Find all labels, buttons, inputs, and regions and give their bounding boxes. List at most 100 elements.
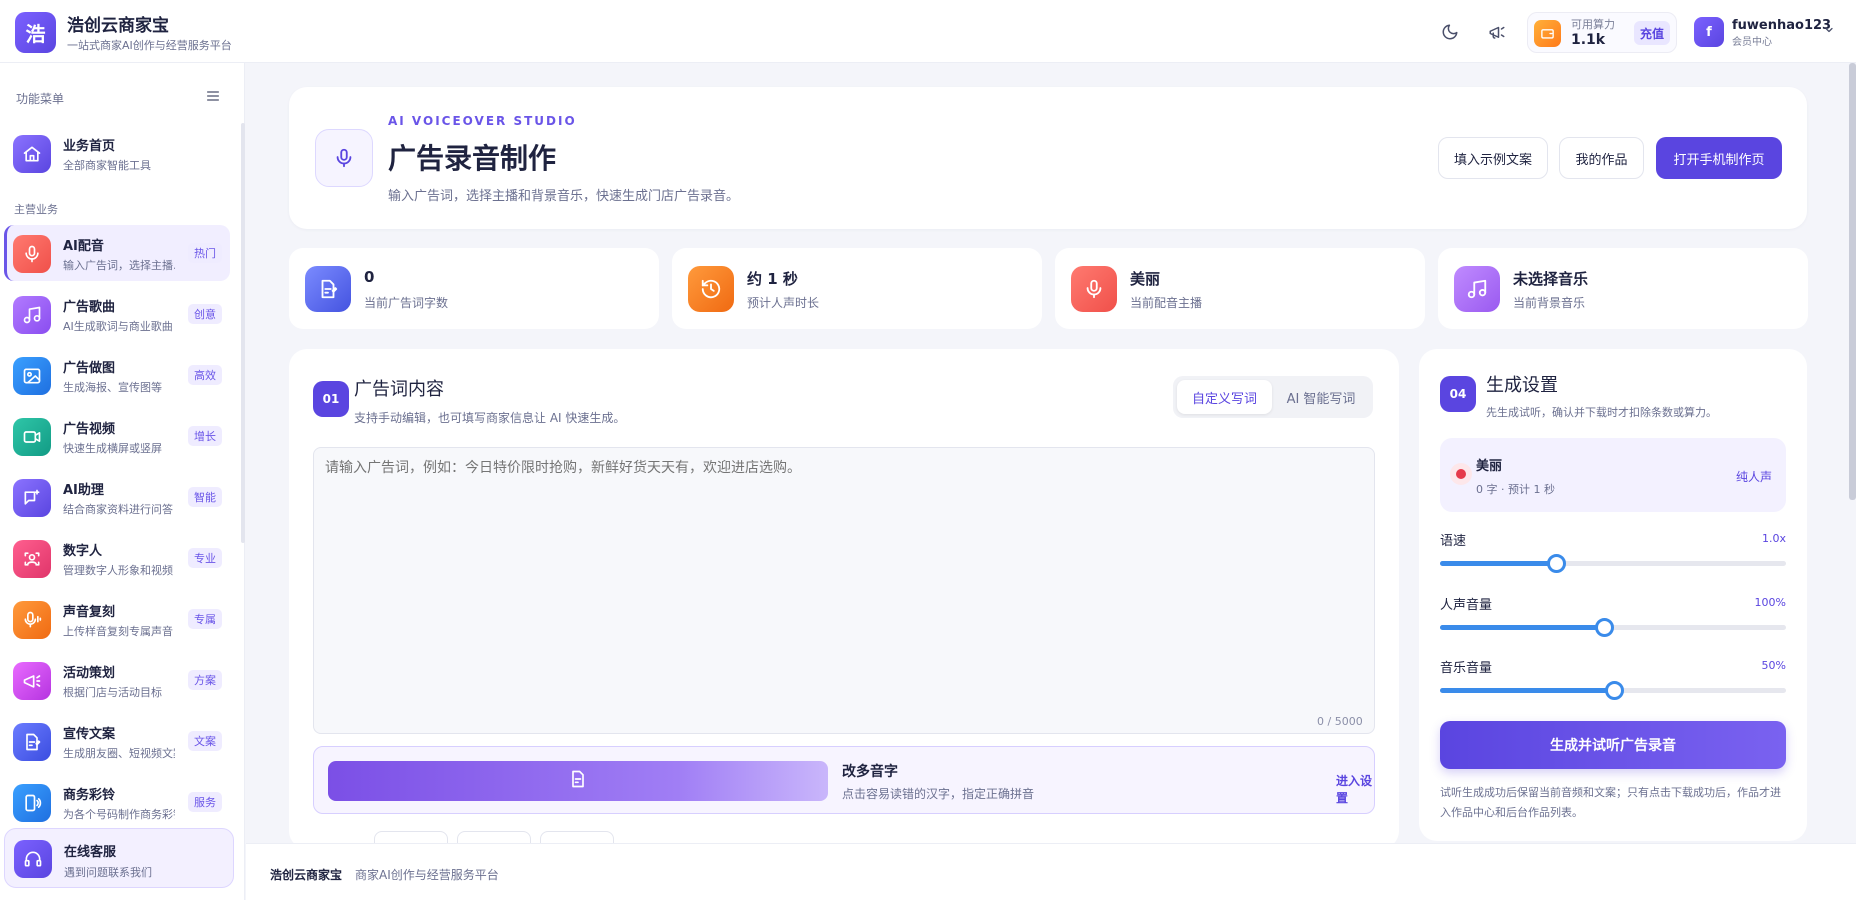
- generate-preview-button[interactable]: 生成并试听广告录音: [1440, 721, 1786, 769]
- sidebar-item-desc: 快速生成横屏或竖屏: [63, 442, 162, 455]
- polyphone-title: 改多音字: [842, 764, 898, 780]
- recharge-button[interactable]: 充值: [1634, 21, 1670, 45]
- speed-slider[interactable]: [1440, 554, 1786, 573]
- record-dot-icon: [1450, 463, 1472, 485]
- open-mobile-button[interactable]: 打开手机制作页: [1656, 137, 1782, 179]
- slider-fill: [1440, 688, 1614, 693]
- music-volume-slider[interactable]: [1440, 681, 1786, 700]
- music-volume-label: 音乐音量: [1440, 661, 1493, 676]
- polyphone-button[interactable]: [328, 761, 828, 801]
- menu-icon[interactable]: [205, 88, 221, 108]
- sidebar-item-home[interactable]: 业务首页 全部商家智能工具: [4, 125, 230, 181]
- hero-panel: AI VOICEOVER STUDIO 广告录音制作 输入广告词，选择主播和背景…: [289, 87, 1807, 229]
- fill-example-button[interactable]: 填入示例文案: [1438, 137, 1548, 179]
- speed-value: 1.0x: [1761, 532, 1786, 545]
- edit-document-icon: [305, 266, 351, 312]
- top-bar: 浩 浩创云商家宝 一站式商家AI创作与经营服务平台 可用算力 1.1k 充值 f…: [0, 0, 1856, 63]
- microphone-icon: [315, 129, 373, 187]
- chevron-down-icon[interactable]: [1823, 24, 1835, 40]
- section-title: 广告词内容: [354, 379, 444, 400]
- stat-label: 当前背景音乐: [1513, 296, 1586, 310]
- sidebar-item-digital-human[interactable]: 数字人 管理数字人形象和视频 专业: [4, 530, 230, 586]
- sidebar-item-event-planning[interactable]: 活动策划 根据门店与活动目标 方案: [4, 652, 230, 708]
- sidebar-item-badge: 热门: [188, 243, 222, 263]
- selected-voice[interactable]: 美丽 0 字 · 预计 1 秒 纯人声: [1440, 438, 1786, 512]
- voice-mode-tag[interactable]: 纯人声: [1736, 468, 1772, 485]
- credit-panel: 可用算力 1.1k 充值: [1527, 12, 1677, 53]
- sidebar-item-ad-song[interactable]: 广告歌曲 AI生成歌词与商业歌曲 创意: [4, 286, 230, 342]
- section-subtitle: 支持手动编辑，也可填写商家信息让 AI 快速生成。: [354, 411, 626, 425]
- sidebar-item-copywriting[interactable]: 宣传文案 生成朋友圈、短视频文案 文案: [4, 713, 230, 769]
- stat-label: 当前配音主播: [1130, 296, 1203, 310]
- footer-brand: 浩创云商家宝: [270, 868, 343, 882]
- sidebar-item-label: 广告视频: [63, 422, 116, 437]
- stat-value: 0: [364, 268, 375, 286]
- tab-ai-write[interactable]: AI 智能写词: [1273, 380, 1369, 414]
- ad-copy-input[interactable]: [313, 447, 1375, 734]
- slider-fill: [1440, 561, 1556, 566]
- tab-custom-write[interactable]: 自定义写词: [1177, 380, 1272, 414]
- stat-duration: 约 1 秒 预计人声时长: [672, 248, 1042, 329]
- polyphone-settings-link[interactable]: 进入设置: [1336, 772, 1374, 806]
- sidebar-item-desc: 根据门店与活动目标: [63, 686, 162, 699]
- sidebar-item-ringtone[interactable]: 商务彩铃 为各个号码制作商务彩铃 服务: [4, 774, 230, 824]
- sidebar-item-badge: 增长: [188, 426, 222, 446]
- service-desc: 遇到问题联系我们: [64, 866, 152, 879]
- sidebar-item-ad-image[interactable]: 广告做图 生成海报、宣传图等 高效: [4, 347, 230, 403]
- sidebar-item-desc: 输入广告词，选择主播…: [63, 259, 175, 272]
- voice-meta: 0 字 · 预计 1 秒: [1476, 483, 1555, 496]
- page-subtitle: 输入广告词，选择主播和背景音乐，快速生成门店广告录音。: [388, 189, 740, 204]
- char-counter: 0 / 5000: [1317, 715, 1363, 728]
- sidebar-item-desc: 生成朋友圈、短视频文案: [63, 747, 175, 760]
- slider-thumb[interactable]: [1546, 554, 1566, 573]
- voice-clone-icon: [13, 601, 51, 639]
- sidebar-item-badge: 专业: [188, 548, 222, 568]
- sidebar-item-label: 宣传文案: [63, 727, 116, 742]
- megaphone-icon: [13, 662, 51, 700]
- brand-logo[interactable]: 浩: [15, 12, 56, 53]
- moon-icon[interactable]: [1438, 20, 1462, 44]
- wallet-icon: [1534, 20, 1561, 47]
- sidebar-item-desc: 结合商家资料进行问答: [63, 503, 173, 516]
- slider-thumb[interactable]: [1604, 681, 1624, 700]
- online-service-card[interactable]: 在线客服 遇到问题联系我们: [4, 828, 234, 888]
- vocal-volume-slider[interactable]: [1440, 618, 1786, 637]
- stat-music: 未选择音乐 当前背景音乐: [1438, 248, 1808, 329]
- sidebar-scrollbar[interactable]: [241, 123, 245, 543]
- username[interactable]: fuwenhao123: [1732, 18, 1831, 33]
- sidebar-item-badge: 创意: [188, 304, 222, 324]
- music-note-icon: [13, 296, 51, 334]
- generate-settings-panel: 04 生成设置 先生成试听，确认并下载时才扣除条数或算力。 美丽 0 字 · 预…: [1419, 349, 1807, 841]
- sidebar-item-label: 广告歌曲: [63, 300, 116, 315]
- home-icon: [13, 135, 51, 173]
- megaphone-icon[interactable]: [1485, 20, 1509, 44]
- hero-kicker: AI VOICEOVER STUDIO: [388, 114, 577, 128]
- music-volume-value: 50%: [1761, 659, 1786, 672]
- sidebar-item-ad-video[interactable]: 广告视频 快速生成横屏或竖屏 增长: [4, 408, 230, 464]
- footer-desc: 商家AI创作与经营服务平台: [355, 868, 499, 882]
- sidebar-item-badge: 文案: [188, 731, 222, 751]
- image-icon: [13, 357, 51, 395]
- step-badge: 01: [313, 381, 349, 417]
- sidebar-item-desc: AI生成歌词与商业歌曲: [63, 320, 173, 333]
- history-clock-icon: [688, 266, 734, 312]
- slider-thumb[interactable]: [1595, 618, 1615, 637]
- page-title: 广告录音制作: [388, 142, 557, 175]
- sidebar-item-label: 商务彩铃: [63, 788, 116, 803]
- polyphone-panel: 改多音字 点击容易读错的汉字，指定正确拼音 进入设置: [313, 746, 1375, 814]
- phone-ring-icon: [13, 784, 51, 822]
- stat-anchor: 美丽 当前配音主播: [1055, 248, 1425, 329]
- sidebar-item-voice-clone[interactable]: 声音复刻 上传样音复刻专属声音 专属: [4, 591, 230, 647]
- stat-value: 约 1 秒: [747, 270, 798, 288]
- main-scrollbar[interactable]: [1849, 63, 1856, 500]
- menu-title: 功能菜单: [16, 92, 65, 106]
- vocal-volume-value: 100%: [1754, 596, 1786, 609]
- slider-fill: [1440, 625, 1605, 630]
- sidebar-item-label: AI配音: [63, 239, 104, 254]
- my-works-button[interactable]: 我的作品: [1559, 137, 1644, 179]
- sidebar-item-desc: 为各个号码制作商务彩铃: [63, 808, 175, 821]
- write-mode-toggle: 自定义写词 AI 智能写词: [1173, 376, 1373, 418]
- avatar[interactable]: f: [1694, 17, 1724, 47]
- sidebar-item-ai-assistant[interactable]: AI助理 结合商家资料进行问答 智能: [4, 469, 230, 525]
- sidebar-item-ai-voice[interactable]: AI配音 输入广告词，选择主播… 热门: [4, 225, 230, 281]
